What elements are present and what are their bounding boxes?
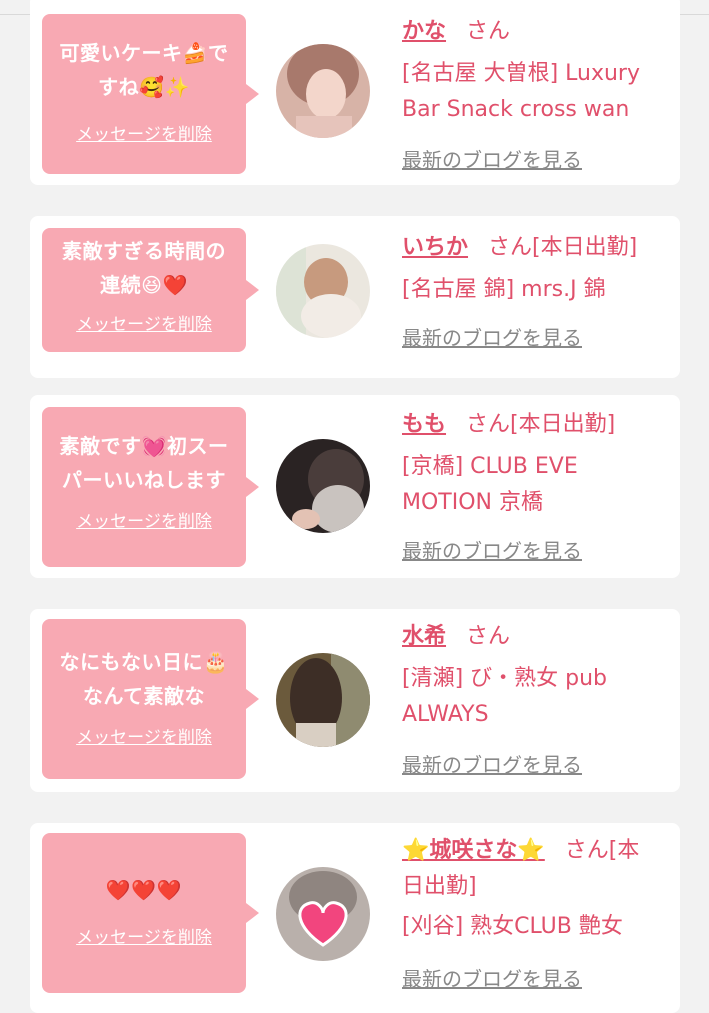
honorific: 日出勤] — [402, 874, 477, 899]
avatar[interactable] — [276, 653, 370, 747]
latest-blog-link[interactable]: 最新のブログを見る — [402, 322, 582, 351]
profile-info: 水希 さん [清瀬] び・熟女 pub ALWAYS — [402, 619, 672, 733]
avatar[interactable] — [276, 439, 370, 533]
girl-name-link[interactable]: いちか — [402, 235, 468, 260]
message-text-line: 可愛いケーキ🍰で — [59, 41, 229, 65]
profile-info: ⭐城咲さな⭐ さん[本 日出勤] [刈谷] 熟女CLUB 艶女 — [402, 833, 672, 945]
message-text-line: 素敵すぎる時間の — [62, 239, 226, 263]
avatar[interactable] — [276, 44, 370, 138]
shop-name-line: [刈谷] 熟女CLUB 艶女 — [402, 914, 623, 939]
latest-blog-link[interactable]: 最新のブログを見る — [402, 749, 582, 778]
honorific: さん[本 — [564, 838, 640, 863]
delete-message-link[interactable]: メッセージを削除 — [76, 507, 212, 532]
message-bubble: 素敵すぎる時間の 連続😆❤️ メッセージを削除 — [42, 228, 259, 352]
girl-name-link[interactable]: ⭐城咲さな⭐ — [402, 838, 545, 863]
shop-name-line: [名古屋 錦] mrs.J 錦 — [402, 277, 606, 302]
message-bubble: 可愛いケーキ🍰で すね🥰✨ メッセージを削除 — [42, 14, 259, 174]
honorific: さん — [466, 19, 511, 44]
delete-message-link[interactable]: メッセージを削除 — [76, 120, 212, 145]
profile-info: いちか さん[本日出勤] [名古屋 錦] mrs.J 錦 — [402, 230, 672, 308]
shop-name-line: MOTION 京橋 — [402, 490, 543, 515]
message-text-line: なにもない日に🎂 — [59, 650, 229, 674]
message-card: ❤️❤️❤️ メッセージを削除 ⭐城咲さな⭐ さん[本 日出勤] [刈谷] 熟女C… — [30, 823, 680, 1013]
message-bubble: ❤️❤️❤️ メッセージを削除 — [42, 833, 259, 993]
shop-name-line: ALWAYS — [402, 702, 489, 727]
message-card: 素敵すぎる時間の 連続😆❤️ メッセージを削除 いちか さん[本日出勤] [名古屋… — [30, 216, 680, 378]
message-text-line: 連続😆❤️ — [100, 273, 188, 297]
shop-name-line: [清瀬] び・熟女 pub — [402, 666, 608, 691]
profile-info: もも さん[本日出勤] [京橋] CLUB EVE MOTION 京橋 — [402, 407, 672, 521]
delete-message-link[interactable]: メッセージを削除 — [76, 923, 212, 948]
delete-message-link[interactable]: メッセージを削除 — [76, 723, 212, 748]
message-card: 素敵です💓初スー パーいいねします メッセージを削除 もも さん[本日出勤] [京… — [30, 395, 680, 578]
honorific: さん — [466, 624, 511, 649]
shop-name-line: Bar Snack cross wan — [402, 97, 630, 122]
message-text-line: パーいいねします — [62, 468, 226, 492]
shop-name-line: [京橋] CLUB EVE — [402, 454, 578, 479]
latest-blog-link[interactable]: 最新のブログを見る — [402, 963, 582, 992]
message-text-line: なんて素敵な — [83, 684, 205, 708]
message-card: 可愛いケーキ🍰で すね🥰✨ メッセージを削除 かな さん [名古屋 大曽根] Lu… — [30, 0, 680, 185]
avatar[interactable] — [276, 244, 370, 338]
message-bubble: 素敵です💓初スー パーいいねします メッセージを削除 — [42, 407, 259, 567]
delete-message-link[interactable]: メッセージを削除 — [76, 310, 212, 335]
honorific: さん[本日出勤] — [488, 235, 638, 260]
girl-name-link[interactable]: かな — [402, 19, 446, 44]
girl-name-link[interactable]: 水希 — [402, 624, 446, 649]
avatar[interactable] — [276, 867, 370, 961]
girl-name-link[interactable]: もも — [402, 412, 446, 437]
latest-blog-link[interactable]: 最新のブログを見る — [402, 144, 582, 173]
profile-info: かな さん [名古屋 大曽根] Luxury Bar Snack cross wa… — [402, 14, 672, 128]
message-bubble: なにもない日に🎂 なんて素敵な メッセージを削除 — [42, 619, 259, 779]
message-text-line: 素敵です💓初スー — [59, 434, 229, 458]
honorific: さん[本日出勤] — [466, 412, 616, 437]
message-card: なにもない日に🎂 なんて素敵な メッセージを削除 水希 さん [清瀬] び・熟女 … — [30, 609, 680, 792]
message-text-line: すね🥰✨ — [98, 75, 190, 99]
shop-name-line: [名古屋 大曽根] Luxury — [402, 61, 640, 86]
message-text-line: ❤️❤️❤️ — [105, 878, 183, 902]
latest-blog-link[interactable]: 最新のブログを見る — [402, 535, 582, 564]
